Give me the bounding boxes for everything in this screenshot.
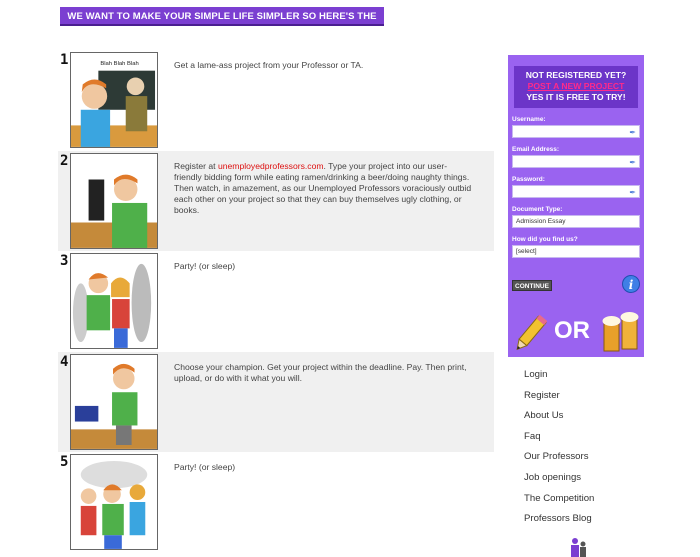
page: WE WANT TO MAKE YOUR SIMPLE LIFE SIMPLER… (0, 0, 700, 557)
step-1-illustration: Blah Blah Blah (70, 52, 158, 148)
step-number: 5 (60, 454, 69, 470)
nav-job-openings[interactable]: Job openings (524, 471, 594, 492)
key-icon: ✒ (629, 128, 636, 137)
step-4: 4 Choose your champion. Get your project… (58, 351, 494, 452)
beer-icon (602, 312, 639, 352)
continue-button[interactable]: CONTINUE (512, 280, 552, 291)
email-input[interactable]: ✒ (512, 155, 640, 168)
step-2-illustration (70, 152, 158, 249)
signup-header-line: YES IT IS FREE TO TRY! (526, 92, 626, 102)
deal-banner: WE WANT TO MAKE YOUR SIMPLE LIFE SIMPLER… (60, 7, 384, 41)
nav-the-competition[interactable]: The Competition (524, 492, 594, 513)
nav-about-us[interactable]: About Us (524, 409, 594, 430)
found-us-label: How did you find us? (512, 236, 578, 243)
step-text: Party! (or sleep) (174, 462, 236, 472)
document-type-label: Document Type: (512, 206, 563, 213)
document-type-select[interactable]: Admission Essay (512, 215, 640, 228)
info-icon[interactable]: i (622, 275, 640, 293)
pencil-icon (516, 314, 548, 351)
signup-panel: NOT REGISTERED YET? POST A NEW PROJECT Y… (508, 55, 644, 357)
password-input[interactable]: ✒ (512, 185, 640, 198)
step-text-part: Register at (174, 160, 218, 171)
username-input[interactable]: ✒ (512, 125, 640, 138)
signup-header-line: NOT REGISTERED YET? (525, 70, 627, 80)
person-icon[interactable] (568, 537, 588, 557)
step-5-illustration (70, 454, 158, 550)
speech-bubble: Blah Blah Blah (100, 61, 138, 67)
step-text: Choose your champion. Get your project w… (174, 361, 467, 383)
step-text: Party! (or sleep) (174, 261, 236, 271)
signup-header: NOT REGISTERED YET? POST A NEW PROJECT Y… (514, 66, 638, 108)
or-graphic: OR (508, 309, 644, 357)
step-1: 1 Blah Blah Blah Get a lame-ass project … (58, 50, 494, 151)
nav-register[interactable]: Register (524, 389, 594, 410)
step-number: 1 (60, 52, 69, 68)
step-number: 2 (60, 152, 69, 169)
key-icon: ✒ (629, 188, 636, 197)
step-3-illustration (70, 253, 158, 349)
post-project-link[interactable]: POST A NEW PROJECT (514, 81, 638, 92)
step-5: 5 Party! (or sleep) (58, 452, 494, 553)
site-link[interactable]: unemployedprofessors.com (218, 161, 324, 171)
side-nav: Login Register About Us Faq Our Professo… (524, 368, 594, 533)
step-4-illustration (70, 353, 158, 450)
nav-our-professors[interactable]: Our Professors (524, 450, 594, 471)
step-text: Get a lame-ass project from your Profess… (174, 60, 364, 70)
password-label: Password: (512, 176, 545, 183)
nav-faq[interactable]: Faq (524, 430, 594, 451)
email-label: Email Address: (512, 146, 560, 153)
step-number: 4 (60, 353, 69, 370)
step-3: 3 Party! (or sleep) (58, 251, 494, 352)
key-icon: ✒ (629, 158, 636, 167)
nav-login[interactable]: Login (524, 368, 594, 389)
found-us-select[interactable]: [select] (512, 245, 640, 258)
username-label: Username: (512, 116, 546, 123)
or-text: OR (554, 317, 590, 344)
step-text: Register at unemployedprofessors.com. Ty… (174, 161, 474, 216)
step-2: 2 Register at unemployedprofessors.com. … (58, 150, 494, 251)
step-number: 3 (60, 253, 69, 269)
steps-list: 1 Blah Blah Blah Get a lame-ass project … (58, 50, 494, 553)
nav-professors-blog[interactable]: Professors Blog (524, 512, 594, 533)
